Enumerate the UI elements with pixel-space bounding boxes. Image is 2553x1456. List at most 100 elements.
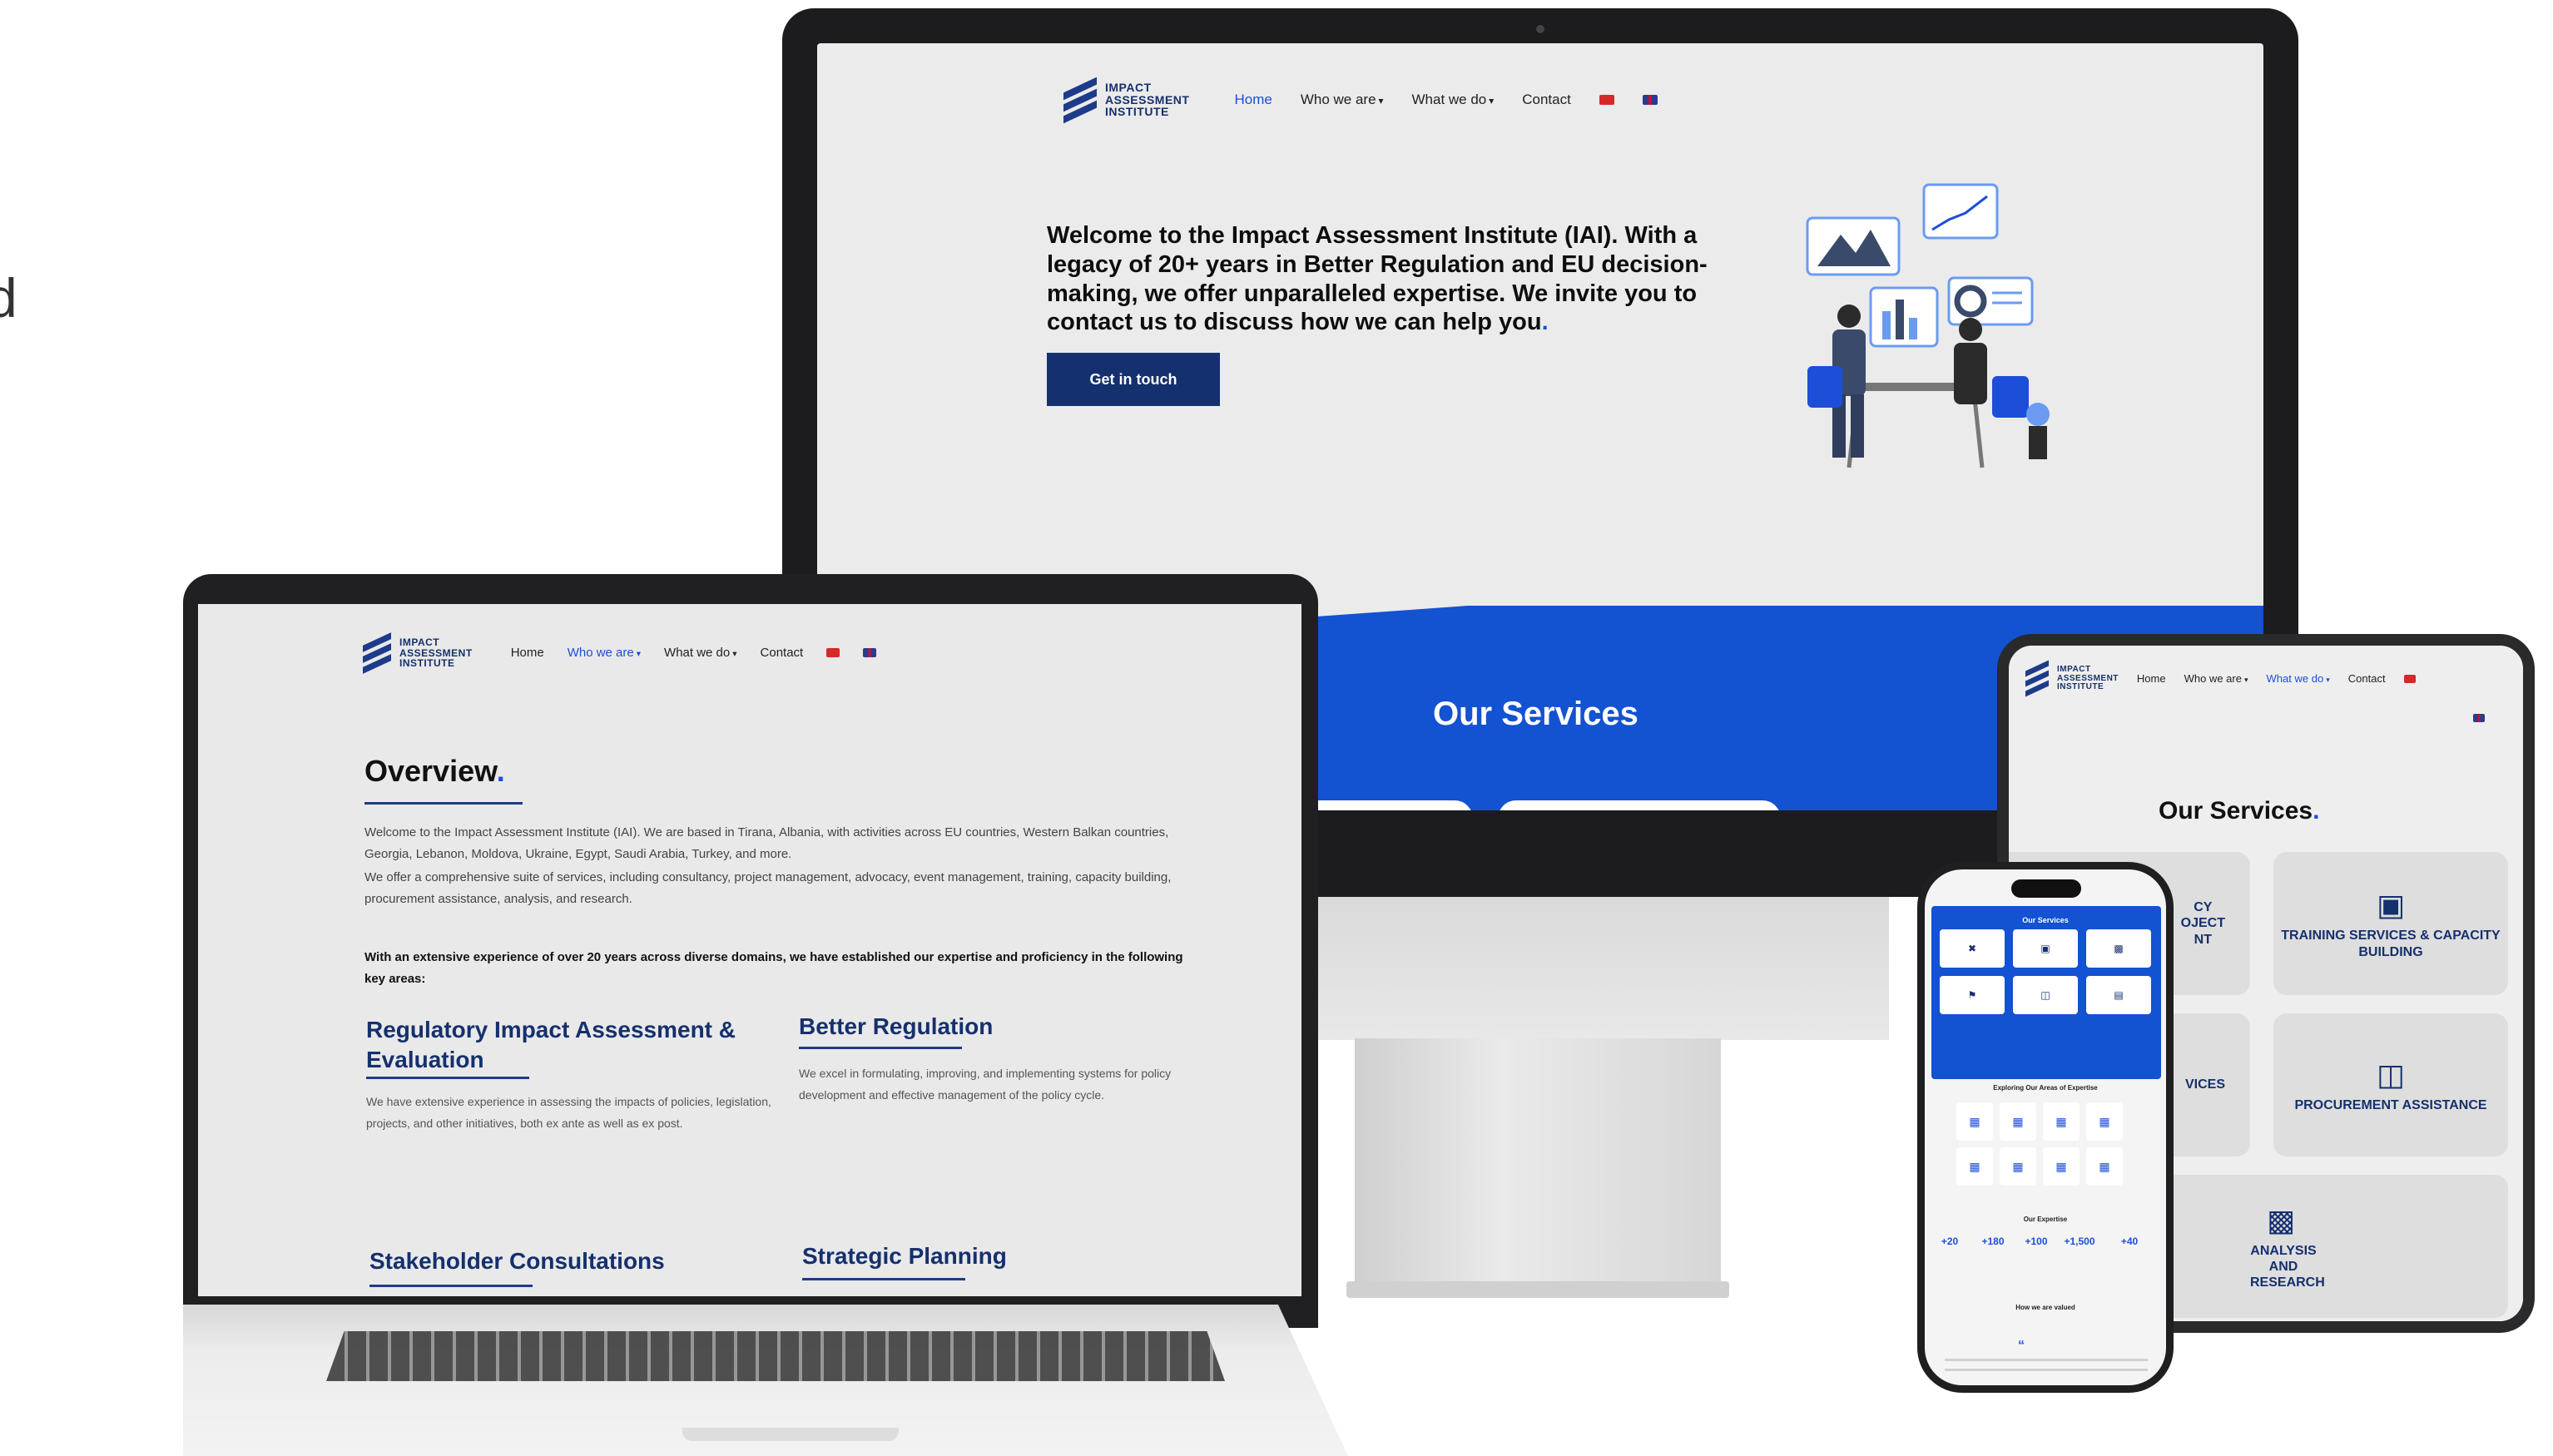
phone-service-tile[interactable]: ⚑ xyxy=(1940,976,2005,1014)
albanian-flag-icon[interactable] xyxy=(1599,95,1614,106)
get-in-touch-button[interactable]: Get in touch xyxy=(1047,353,1220,406)
service-icon: ⚑ xyxy=(1967,989,1977,1001)
logo-text: IMPACT ASSESSMENT INSTITUTE xyxy=(2057,665,2119,691)
testimonial-placeholder-line xyxy=(1945,1369,2148,1371)
document-icon[interactable]: ▦ xyxy=(2086,1147,2123,1186)
nav-what-we-do[interactable]: What we do ▾ xyxy=(1412,92,1495,108)
service-icon: ▤ xyxy=(2114,989,2124,1001)
document-icon[interactable]: ▦ xyxy=(1956,1147,1993,1186)
tablet-navbar: IMPACT ASSESSMENT INSTITUTE Home Who we ar… xyxy=(2025,660,2416,697)
monitor-camera xyxy=(1536,25,1544,33)
phone-service-tile[interactable]: ▣ xyxy=(2013,929,2078,968)
presenter-icon: ▣ xyxy=(2376,888,2405,923)
laptop: IMPACT ASSESSMENT INSTITUTE Home Who we ar… xyxy=(183,574,1318,1328)
chevron-down-icon: ▾ xyxy=(636,649,642,660)
phone-stat: +1,500 xyxy=(2064,1236,2095,1247)
bar-chart-icon: ▩ xyxy=(2267,1202,2296,1237)
device-mockup-stage: d IMPACT ASSESSMENT INSTITUTE Home Who we … xyxy=(0,0,2553,1456)
service-icon: ◫ xyxy=(2040,989,2050,1001)
services-heading: Our Services xyxy=(1433,696,1638,732)
phone-stat: +100 xyxy=(2025,1236,2048,1247)
uk-flag-icon[interactable] xyxy=(1642,95,1658,106)
document-icon[interactable]: ▦ xyxy=(2043,1102,2080,1141)
area-text-ria: We have extensive experience in assessin… xyxy=(366,1095,771,1130)
phone-stat: +180 xyxy=(1981,1236,2005,1247)
phone-services-heading: Our Services xyxy=(2022,916,2069,924)
monitor-base xyxy=(1346,1281,1729,1298)
document-icon[interactable]: ▦ xyxy=(2086,1102,2123,1141)
document-icon[interactable]: ▦ xyxy=(1956,1102,1993,1141)
business-meeting-illustration xyxy=(1806,183,2050,468)
service-card-procurement[interactable]: ◫ PROCUREMENT ASSISTANCE xyxy=(2273,1013,2508,1156)
laptop-logo[interactable]: IMPACT ASSESSMENT INSTITUTE xyxy=(363,631,473,674)
monitor-navbar: IMPACT ASSESSMENT INSTITUTE Home Who we ar… xyxy=(1063,77,1658,123)
service-icon: ▣ xyxy=(2040,943,2050,954)
heading-underline xyxy=(364,802,523,805)
nav-home[interactable]: Home xyxy=(1234,92,1272,108)
nav-contact[interactable]: Contact xyxy=(1522,92,1571,108)
nav-what-we-do[interactable]: What we do ▾ xyxy=(664,646,737,660)
tablet-logo[interactable]: IMPACT ASSESSMENT INSTITUTE xyxy=(2025,660,2119,697)
logo-mark-icon xyxy=(1063,77,1097,123)
area-title-ria: Regulatory Impact Assessment & Evaluatio… xyxy=(366,1017,736,1073)
laptop-keyboard xyxy=(326,1331,1225,1381)
uk-flag-icon[interactable] xyxy=(863,648,877,658)
laptop-navbar: IMPACT ASSESSMENT INSTITUTE Home Who we ar… xyxy=(363,631,877,674)
chevron-down-icon: ▾ xyxy=(1378,95,1384,107)
chevron-down-icon: ▾ xyxy=(2326,676,2330,685)
service-card-analysis[interactable]: ▩ ANALYSIS AND RESEARCH xyxy=(2150,1175,2508,1318)
document-icon[interactable]: ▦ xyxy=(2000,1147,2036,1186)
chevron-down-icon: ▾ xyxy=(1489,95,1495,107)
phone-stat: +40 xyxy=(2120,1236,2139,1247)
nav-who-we-are[interactable]: Who we are ▾ xyxy=(2184,672,2248,685)
logo-text: IMPACT ASSESSMENT INSTITUTE xyxy=(1105,81,1190,119)
laptop-trackpad-notch xyxy=(682,1428,899,1441)
area-title-strategic-planning: Strategic Planning xyxy=(802,1243,1007,1269)
monitor-logo[interactable]: IMPACT ASSESSMENT INSTITUTE xyxy=(1063,77,1190,123)
uk-flag-icon[interactable] xyxy=(2473,714,2485,722)
phone-expertise-heading: Exploring Our Areas of Expertise xyxy=(1993,1084,2098,1092)
chevron-down-icon: ▾ xyxy=(2243,676,2248,685)
phone-service-tile[interactable]: ✖ xyxy=(1940,929,2005,968)
phone-service-tile[interactable]: ◫ xyxy=(2013,976,2078,1014)
heading-underline xyxy=(366,1077,529,1079)
area-text-better-regulation: We excel in formulating, improving, and … xyxy=(799,1067,1172,1102)
nav-contact[interactable]: Contact xyxy=(2348,672,2386,685)
overview-paragraph-1: Welcome to the Impact Assessment Institu… xyxy=(364,825,1169,862)
smartphone: Our Services ✖ ▣ ▩ ⚑ ◫ ▤ Exploring Our A… xyxy=(1917,862,2174,1393)
phone-our-expertise-heading: Our Expertise xyxy=(2023,1216,2068,1223)
testimonial-placeholder-line xyxy=(1945,1359,2148,1361)
service-icon: ▩ xyxy=(2114,943,2124,954)
phone-service-tile[interactable]: ▩ xyxy=(2086,929,2151,968)
basket-icon: ◫ xyxy=(2376,1057,2405,1092)
phone-service-tile[interactable]: ▤ xyxy=(2086,976,2151,1014)
nav-contact[interactable]: Contact xyxy=(761,646,804,660)
cropped-heading-text: d xyxy=(0,267,17,329)
heading-underline xyxy=(799,1047,962,1049)
overview-paragraph-2: We offer a comprehensive suite of servic… xyxy=(364,870,1172,907)
tablet-services-heading: Our Services. xyxy=(2159,797,2320,825)
service-card-training[interactable]: ▣ TRAINING SERVICES & CAPACITY BUILDING xyxy=(2273,852,2508,995)
area-title-stakeholder-consultations: Stakeholder Consultations xyxy=(369,1248,665,1274)
heading-underline xyxy=(802,1278,965,1280)
phone-valued-heading: How we are valued xyxy=(2015,1304,2075,1311)
chevron-down-icon: ▾ xyxy=(732,649,737,660)
logo-text: IMPACT ASSESSMENT INSTITUTE xyxy=(399,636,473,670)
phone-dynamic-island xyxy=(2011,879,2081,898)
overview-key-areas-intro: With an extensive experience of over 20 … xyxy=(364,950,1183,987)
monitor-stand xyxy=(1355,1038,1721,1296)
heading-underline xyxy=(369,1285,533,1287)
logo-mark-icon xyxy=(2025,660,2049,697)
document-icon[interactable]: ▦ xyxy=(2043,1147,2080,1186)
albanian-flag-icon[interactable] xyxy=(2403,674,2416,683)
monitor-neck xyxy=(1306,890,1889,1040)
document-icon[interactable]: ▦ xyxy=(2000,1102,2036,1141)
nav-who-we-are[interactable]: Who we are ▾ xyxy=(1301,92,1384,108)
nav-home[interactable]: Home xyxy=(2137,672,2166,685)
nav-what-we-do[interactable]: What we do ▾ xyxy=(2267,672,2330,685)
quote-icon: “ xyxy=(2018,1339,2025,1353)
nav-home[interactable]: Home xyxy=(511,646,544,660)
albanian-flag-icon[interactable] xyxy=(826,648,840,658)
logo-mark-icon xyxy=(363,631,391,674)
nav-who-we-are[interactable]: Who we are ▾ xyxy=(568,646,641,660)
